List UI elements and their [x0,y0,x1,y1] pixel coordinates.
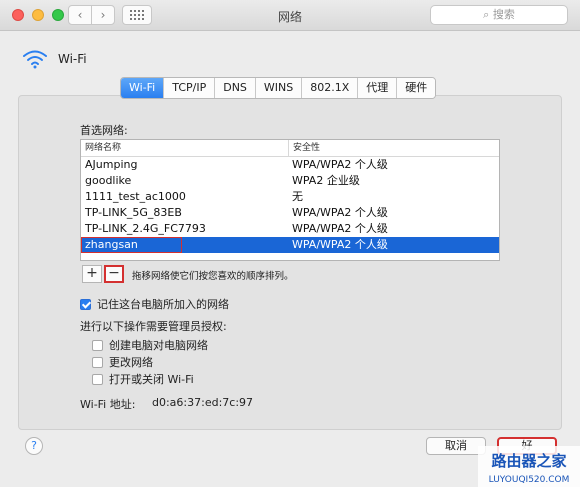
table-row[interactable]: TP-LINK_2.4G_FC7793 WPA/WPA2 个人级 [81,221,499,237]
watermark-line2: LUYOUQI520.COM [489,475,570,485]
network-security: WPA/WPA2 个人级 [292,238,388,251]
network-security: WPA2 企业级 [292,174,360,187]
toggle-wifi-checkbox[interactable] [92,373,103,385]
table-row[interactable]: goodlike WPA2 企业级 [81,173,499,189]
network-window: ‹ › 网络 ⌕ 搜索 Wi-Fi Wi-Fi TCP/IP DNS WINS … [0,0,580,487]
tab-wifi[interactable]: Wi-Fi [121,78,164,98]
create-computer-network-label: 创建电脑对电脑网络 [109,339,208,352]
change-network-option[interactable]: 更改网络 [92,354,153,370]
table-header: 网络名称 安全性 [81,140,499,157]
search-placeholder: 搜索 [492,8,515,21]
search-icon: ⌕ [483,8,490,21]
create-computer-network-option[interactable]: 创建电脑对电脑网络 [92,337,208,353]
remove-network-button[interactable]: − [104,265,124,283]
network-security: WPA/WPA2 个人级 [292,206,388,219]
create-computer-network-checkbox[interactable] [92,339,103,351]
remember-networks-checkbox[interactable] [80,298,91,310]
tab-wins[interactable]: WINS [254,78,302,98]
column-header-security[interactable]: 安全性 [289,140,499,156]
change-network-checkbox[interactable] [92,356,103,368]
watermark-line1: 路由器之家 [491,452,566,470]
table-row[interactable]: TP-LINK_5G_83EB WPA/WPA2 个人级 [81,205,499,221]
tab-hardware[interactable]: 硬件 [396,78,436,98]
tab-tcpip[interactable]: TCP/IP [163,78,215,98]
help-button[interactable]: ? [25,437,43,455]
highlight-box [81,237,182,253]
tab-dns[interactable]: DNS [214,78,255,98]
network-security: WPA/WPA2 个人级 [292,222,388,235]
tab-8021x[interactable]: 802.1X [301,78,358,98]
cancel-button[interactable]: 取消 [426,437,486,455]
watermark-logo: 路由器之家 LUYOUQI520.COM [478,446,580,487]
toggle-wifi-option[interactable]: 打开或关闭 Wi-Fi [92,371,194,387]
network-name: TP-LINK_5G_83EB [85,206,182,219]
remember-networks-label: 记住这台电脑所加入的网络 [97,298,229,311]
interface-title: Wi-Fi [58,52,87,66]
admin-auth-label: 进行以下操作需要管理员授权: [80,320,227,333]
table-row[interactable]: AJumping WPA/WPA2 个人级 [81,157,499,173]
network-name: AJumping [85,158,138,171]
network-security: 无 [292,190,303,203]
reorder-hint: 拖移网络使它们按您喜欢的顺序排列。 [132,271,294,282]
wifi-icon [23,50,47,69]
table-row[interactable]: 1111_test_ac1000 无 [81,189,499,205]
wifi-address-label: Wi-Fi 地址: [80,398,136,411]
preferred-networks-label: 首选网络: [80,124,128,137]
tab-bar: Wi-Fi TCP/IP DNS WINS 802.1X 代理 硬件 [120,77,437,99]
remember-networks-option[interactable]: 记住这台电脑所加入的网络 [80,296,229,312]
change-network-label: 更改网络 [109,356,153,369]
network-security: WPA/WPA2 个人级 [292,158,388,171]
toggle-wifi-label: 打开或关闭 Wi-Fi [109,373,194,386]
column-header-name[interactable]: 网络名称 [81,140,289,156]
add-network-button[interactable]: + [82,265,102,283]
tab-proxy[interactable]: 代理 [357,78,397,98]
network-name: goodlike [85,174,132,187]
network-name: TP-LINK_2.4G_FC7793 [85,222,206,235]
wifi-address-value: d0:a6:37:ed:7c:97 [152,396,254,409]
titlebar: ‹ › 网络 ⌕ 搜索 [0,0,580,31]
search-input[interactable]: ⌕ 搜索 [430,5,568,25]
network-name: 1111_test_ac1000 [85,190,186,203]
